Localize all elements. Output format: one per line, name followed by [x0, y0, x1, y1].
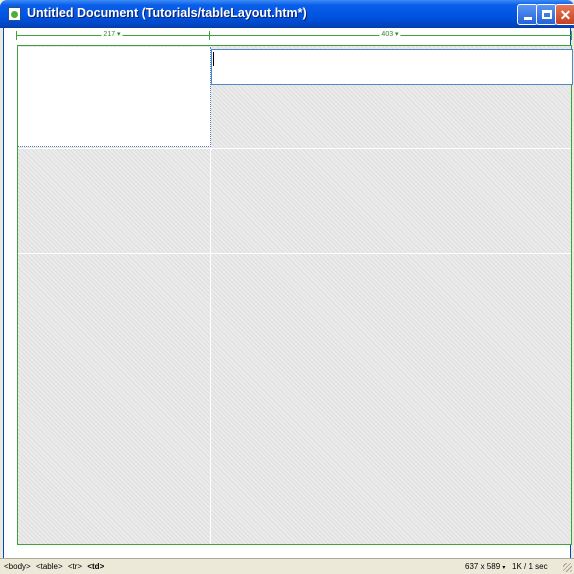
right-column-width[interactable]: 403 ▾	[379, 30, 401, 38]
text-caret	[213, 52, 214, 66]
close-button[interactable]: ✕	[555, 4, 574, 25]
left-column-width[interactable]: 217 ▾	[101, 30, 123, 38]
window-title: Untitled Document (Tutorials/tableLayout…	[27, 6, 307, 20]
design-view[interactable]: 217 ▾ 403 ▾	[3, 28, 573, 558]
title-bar[interactable]: Untitled Document (Tutorials/tableLayout…	[0, 0, 574, 28]
tag-table[interactable]: <table>	[36, 562, 63, 571]
layout-cell-right-selected[interactable]	[211, 49, 573, 85]
window-size-value: 637 x 589	[465, 562, 501, 571]
grid-line-horizontal	[18, 148, 571, 149]
resize-grip-icon[interactable]	[563, 563, 572, 572]
tag-body[interactable]: <body>	[4, 562, 31, 571]
tag-td[interactable]: <td>	[87, 562, 104, 571]
tag-selector: <body> <table> <tr> <td>	[4, 562, 107, 571]
layout-table[interactable]	[17, 45, 573, 545]
grid-line-horizontal	[18, 253, 571, 254]
maximize-icon	[541, 10, 552, 19]
minimize-button[interactable]	[517, 4, 538, 25]
minimize-icon	[523, 17, 532, 20]
download-time: 1K / 1 sec	[512, 562, 548, 571]
status-bar: <body> <table> <tr> <td> 637 x 589 ▾ 1K …	[0, 558, 574, 574]
dropdown-arrow-icon: ▾	[502, 565, 506, 571]
close-icon: ✕	[559, 6, 572, 23]
maximize-button[interactable]	[536, 4, 557, 25]
layout-cell-left[interactable]	[18, 47, 211, 147]
tag-tr[interactable]: <tr>	[68, 562, 82, 571]
document-icon[interactable]	[8, 7, 21, 21]
document-window: Untitled Document (Tutorials/tableLayout…	[0, 0, 574, 574]
window-size-menu[interactable]: 637 x 589 ▾	[465, 562, 505, 571]
ruler-tick-right	[571, 31, 572, 40]
column-width-ruler: 217 ▾ 403 ▾	[16, 30, 572, 41]
